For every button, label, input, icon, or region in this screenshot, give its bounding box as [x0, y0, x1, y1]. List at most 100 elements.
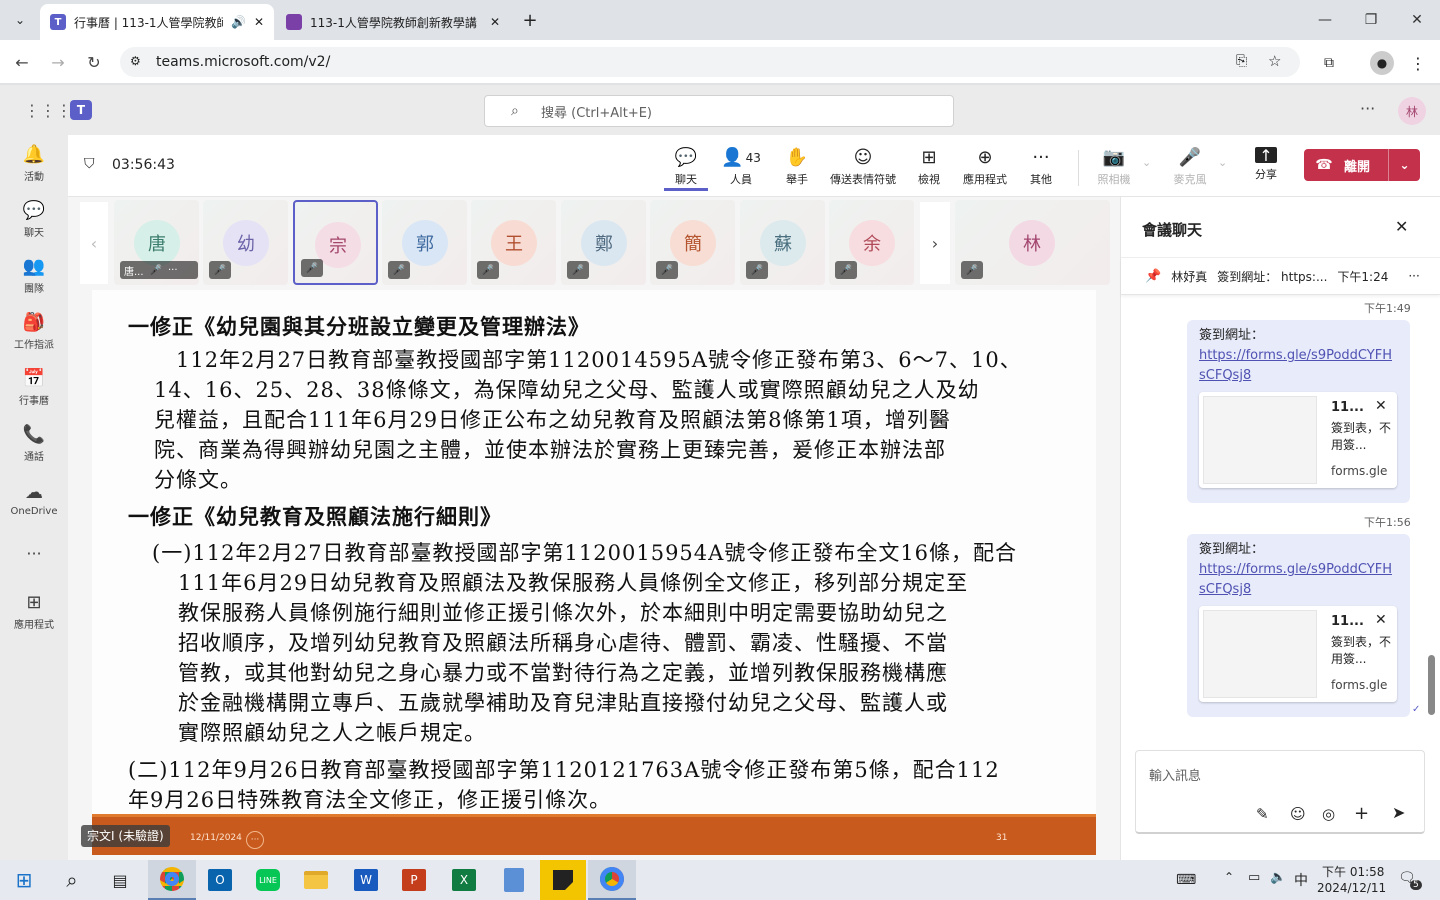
toolbar-chat-button[interactable]: 💬 聊天	[664, 147, 708, 191]
camera-options-chevron-icon[interactable]: ⌄	[1142, 156, 1151, 169]
participant-tile[interactable]: 幼 🎤	[203, 200, 288, 285]
form-link[interactable]: https://forms.gle/s9PoddCYFHsCFQsj8	[1199, 560, 1398, 600]
sticky-notes-taskbar-icon[interactable]	[540, 860, 586, 900]
rail-onedrive[interactable]: ☁ OneDrive	[0, 471, 68, 527]
browser-tab-forms[interactable]: 113-1人管學院教師創新教學講 ✕	[276, 4, 510, 40]
network-icon[interactable]: ▭	[1248, 870, 1260, 885]
link-preview-card[interactable]: 11... ✕ 簽到表，不用簽... forms.gle	[1199, 392, 1397, 488]
compose-box[interactable]: 輸入訊息 ✎ ☺ ◎ + ➤	[1135, 750, 1425, 834]
clock-date[interactable]: 2024/12/11	[1317, 881, 1386, 895]
participant-tile[interactable]: 余 🎤	[829, 200, 914, 285]
participant-tile[interactable]: 唐唐... 🎤 ···	[114, 200, 199, 285]
search-input[interactable]: ⌕ 搜尋 (Ctrl+Alt+E)	[484, 95, 954, 127]
rail-activity[interactable]: 🔔 活動	[0, 135, 68, 191]
chat-message[interactable]: 簽到網址： https://forms.gle/s9PoddCYFHsCFQsj8…	[1187, 320, 1410, 503]
close-window-icon[interactable]: ✕	[1394, 0, 1440, 40]
app-launcher-icon[interactable]: ⋮⋮⋮	[24, 101, 72, 120]
back-icon[interactable]: ←	[10, 50, 34, 74]
calculator-taskbar-icon[interactable]	[490, 860, 538, 900]
new-tab-icon[interactable]: +	[518, 8, 542, 32]
chrome-2-taskbar-icon[interactable]	[588, 860, 636, 900]
tile-more-icon[interactable]: ···	[168, 265, 178, 276]
link-preview-card[interactable]: 11... ✕ 簽到表，不用簽... forms.gle	[1199, 606, 1397, 702]
format-icon[interactable]: ✎	[1256, 805, 1269, 823]
pinned-more-icon[interactable]: ···	[1408, 269, 1419, 283]
toolbar-people-button[interactable]: 👤 43 人員	[718, 147, 764, 191]
close-chat-icon[interactable]: ✕	[1395, 217, 1408, 236]
chat-message[interactable]: 簽到網址： https://forms.gle/s9PoddCYFHsCFQsj8…	[1187, 534, 1410, 717]
restore-icon[interactable]: ❐	[1348, 0, 1394, 40]
rail-calls[interactable]: 📞 通話	[0, 415, 68, 471]
attach-plus-icon[interactable]: +	[1354, 803, 1369, 824]
tray-overflow-icon[interactable]: ⌃	[1224, 870, 1234, 884]
user-avatar[interactable]: 林	[1398, 97, 1426, 125]
participant-tile[interactable]: 簡 🎤	[650, 200, 735, 285]
start-menu-icon[interactable]: ⊞	[0, 860, 48, 900]
gallery-next-icon[interactable]: ›	[920, 202, 950, 284]
tab-search-icon[interactable]: ⌄	[8, 8, 32, 32]
toolbar-more-button[interactable]: ··· 其他	[1020, 147, 1062, 191]
task-view-icon[interactable]: ▤	[96, 860, 144, 900]
ime-indicator[interactable]: 中	[1294, 870, 1308, 890]
card-close-icon[interactable]: ✕	[1375, 612, 1387, 628]
loop-icon[interactable]: ◎	[1322, 805, 1335, 823]
volume-icon[interactable]: 🔈	[1270, 870, 1286, 885]
search-taskbar-icon[interactable]: ⌕	[48, 860, 96, 900]
participant-tile[interactable]: 郭 🎤	[382, 200, 467, 285]
reload-icon[interactable]: ↻	[82, 50, 106, 74]
participant-tile[interactable]: 蘇 🎤	[740, 200, 825, 285]
participant-tile[interactable]: 林 🎤	[955, 200, 1110, 285]
toolbar-apps-button[interactable]: ⊕ 應用程式	[958, 147, 1012, 191]
speaker-icon[interactable]: 🔊	[231, 15, 246, 29]
rail-chat[interactable]: 💬 聊天	[0, 191, 68, 247]
pinned-message[interactable]: 📌 林妤真 簽到網址： https:... 下午1:24 ···	[1121, 257, 1440, 295]
outlook-taskbar-icon[interactable]: O	[196, 860, 244, 900]
site-info-icon[interactable]: ⚙	[130, 54, 141, 68]
bookmark-star-icon[interactable]: ☆	[1268, 52, 1281, 70]
clock-time[interactable]: 下午 01:58	[1322, 863, 1384, 880]
chrome-taskbar-icon[interactable]	[148, 860, 196, 900]
close-tab-icon[interactable]: ✕	[490, 15, 500, 29]
participant-tile[interactable]: 宗 🎤	[293, 200, 378, 285]
powerpoint-taskbar-icon[interactable]: P	[390, 860, 438, 900]
rail-label: 通話	[24, 451, 44, 463]
excel-taskbar-icon[interactable]: X	[440, 860, 488, 900]
toolbar-camera-button[interactable]: 📷 照相機	[1090, 147, 1138, 191]
word-taskbar-icon[interactable]: W	[342, 860, 390, 900]
url-field[interactable]: ⚙ teams.microsoft.com/v2/ ⎘ ☆	[120, 47, 1300, 77]
rail-assignments[interactable]: 🎒 工作指派	[0, 303, 68, 359]
install-app-icon[interactable]: ⎘	[1236, 53, 1247, 69]
profile-icon[interactable]: ●	[1370, 51, 1394, 75]
browser-menu-icon[interactable]: ⋮	[1408, 51, 1428, 75]
rail-calendar[interactable]: 📅 行事曆	[0, 359, 68, 415]
gallery-prev-icon[interactable]: ‹	[80, 202, 108, 284]
leave-button[interactable]: ☎ 離開 ⌄	[1304, 149, 1420, 181]
leave-options-chevron-icon[interactable]: ⌄	[1388, 149, 1420, 181]
extensions-icon[interactable]: ⧉	[1318, 52, 1340, 74]
forward-icon[interactable]: →	[46, 50, 70, 74]
close-tab-icon[interactable]: ✕	[254, 15, 264, 29]
form-link[interactable]: https://forms.gle/s9PoddCYFHsCFQsj8	[1199, 346, 1398, 386]
participant-tile[interactable]: 鄭 🎤	[561, 200, 646, 285]
participant-tile[interactable]: 王 🎤	[471, 200, 556, 285]
emoji-icon[interactable]: ☺	[1290, 805, 1306, 823]
toolbar-view-button[interactable]: ⊞ 檢視	[908, 147, 950, 191]
toolbar-mic-button[interactable]: 🎤 麥克風	[1166, 147, 1214, 191]
rail-apps[interactable]: ⊞ 應用程式	[0, 583, 68, 639]
chat-scrollbar-thumb[interactable]	[1428, 655, 1435, 715]
more-options-icon[interactable]: ···	[1360, 99, 1375, 118]
file-explorer-taskbar-icon[interactable]	[292, 860, 340, 900]
keyboard-icon[interactable]: ⌨	[1176, 872, 1196, 888]
toolbar-raise-hand-button[interactable]: ✋ 舉手	[776, 147, 818, 191]
toolbar-react-button[interactable]: ☺ 傳送表情符號	[826, 147, 900, 191]
mic-options-chevron-icon[interactable]: ⌄	[1218, 156, 1227, 169]
minimize-icon[interactable]: —	[1302, 0, 1348, 40]
send-icon[interactable]: ➤	[1392, 803, 1405, 822]
slide-more-icon[interactable]: ···	[246, 831, 264, 849]
card-close-icon[interactable]: ✕	[1375, 398, 1387, 414]
toolbar-share-button[interactable]: ↑ 分享	[1246, 146, 1286, 191]
rail-teams[interactable]: 👥 團隊	[0, 247, 68, 303]
browser-tab-calendar[interactable]: T 行事曆 | 113-1人管學院教師 🔊 ✕	[40, 4, 274, 40]
line-taskbar-icon[interactable]: LINE	[244, 860, 292, 900]
rail-more[interactable]: ···	[0, 527, 68, 579]
